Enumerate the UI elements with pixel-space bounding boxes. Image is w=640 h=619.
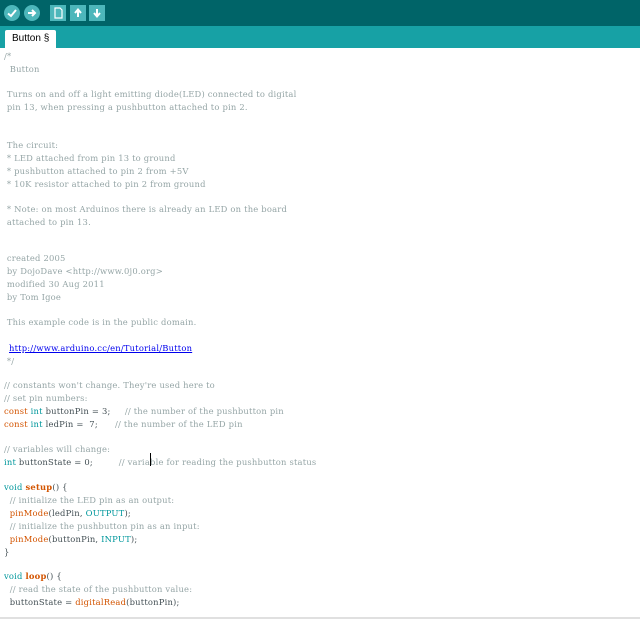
code-line: } — [4, 547, 10, 557]
function-token: digitalRead — [75, 597, 127, 607]
code-line: /* — [4, 51, 12, 61]
code-line: pinMode(ledPin, OUTPUT); — [4, 507, 131, 520]
code-editor[interactable]: /* Button Turns on and off a light emitt… — [0, 48, 640, 617]
tab-button-sketch[interactable]: Button § — [5, 30, 57, 48]
arrow-up-icon — [74, 7, 82, 17]
new-button[interactable] — [50, 5, 66, 21]
comment-token: // the number of the pushbutton pin — [124, 406, 284, 416]
verify-button[interactable] — [4, 5, 20, 21]
text-caret — [150, 453, 151, 466]
constant-token: INPUT — [101, 534, 131, 544]
code-line: */ — [4, 356, 15, 366]
code-line: buttonState = digitalRead(buttonPin); — [4, 596, 180, 609]
keyword-token: const — [4, 406, 28, 416]
code-line: modified 30 Aug 2011 — [4, 279, 105, 289]
document-icon — [54, 7, 63, 19]
function-token: pinMode — [9, 508, 49, 518]
code-token: ledPin = 7; — [42, 419, 116, 429]
code-line: The circuit: — [4, 140, 59, 150]
upload-button[interactable] — [24, 5, 40, 21]
function-token: setup — [25, 482, 53, 492]
code-line: pinMode(buttonPin, INPUT); — [4, 533, 138, 546]
code-token: buttonState = — [4, 597, 76, 607]
function-token: pinMode — [9, 534, 49, 544]
code-token: () { — [46, 571, 62, 581]
code-line: void setup() { — [4, 481, 68, 494]
open-button[interactable] — [70, 5, 86, 21]
code-line: by Tom Igoe — [4, 292, 62, 302]
code-token: (buttonPin); — [126, 597, 180, 607]
code-line: Button — [4, 64, 40, 74]
code-line: // read the state of the pushbutton valu… — [4, 584, 193, 594]
function-token: loop — [25, 571, 47, 581]
code-line: * LED attached from pin 13 to ground — [4, 153, 176, 163]
code-line: http://www.arduino.cc/en/Tutorial/Button — [9, 342, 192, 355]
code-line: // initialize the LED pin as an output: — [4, 495, 175, 505]
code-line: * pushbutton attached to pin 2 from +5V — [4, 166, 189, 176]
type-token: void — [4, 482, 23, 492]
code-line: This example code is in the public domai… — [4, 317, 197, 327]
code-token: () { — [52, 482, 68, 492]
code-line: // constants won't change. They're used … — [4, 380, 215, 390]
tab-bar: Button § — [0, 26, 640, 48]
arrow-right-icon — [28, 9, 37, 17]
code-token: ); — [130, 534, 138, 544]
code-token: (ledPin, — [48, 508, 86, 518]
code-token: buttonPin = 3; — [42, 406, 125, 416]
code-line: Turns on and off a light emitting diode(… — [4, 89, 297, 99]
tutorial-link[interactable]: http://www.arduino.cc/en/Tutorial/Button — [9, 343, 192, 353]
comment-token: // the number of the LED pin — [115, 419, 243, 429]
type-token: void — [4, 571, 23, 581]
type-token: int — [4, 457, 17, 467]
type-token: int — [30, 419, 43, 429]
code-line: pin 13, when pressing a pushbutton attac… — [4, 102, 248, 112]
type-token: int — [30, 406, 43, 416]
code-token: ); — [124, 508, 131, 518]
code-line: // set pin numbers: — [4, 393, 88, 403]
constant-token: OUTPUT — [85, 508, 125, 518]
code-line: // initialize the pushbutton pin as an i… — [4, 521, 200, 531]
code-line: attached to pin 13. — [4, 217, 91, 227]
toolbar — [0, 0, 640, 26]
code-line: int buttonState = 0; // variable for rea… — [4, 456, 316, 469]
keyword-token: const — [4, 419, 28, 429]
code-line: // variables will change: — [4, 444, 111, 454]
save-button[interactable] — [89, 5, 105, 21]
check-icon — [7, 9, 17, 18]
code-line: * Note: on most Arduinos there is alread… — [4, 204, 288, 214]
comment-token: // variable for reading the pushbutton s… — [118, 457, 317, 467]
code-line: void loop() { — [4, 570, 62, 583]
code-token: (buttonPin, — [48, 534, 102, 544]
code-token: buttonState = 0; — [16, 457, 119, 467]
code-line: const int buttonPin = 3; // the number o… — [4, 405, 284, 418]
code-line: created 2005 — [4, 253, 66, 263]
code-line: * 10K resistor attached to pin 2 from gr… — [4, 179, 206, 189]
code-line: by DojoDave <http://www.0j0.org> — [4, 266, 163, 276]
arrow-down-icon — [93, 9, 101, 19]
code-line: const int ledPin = 7; // the number of t… — [4, 418, 243, 431]
